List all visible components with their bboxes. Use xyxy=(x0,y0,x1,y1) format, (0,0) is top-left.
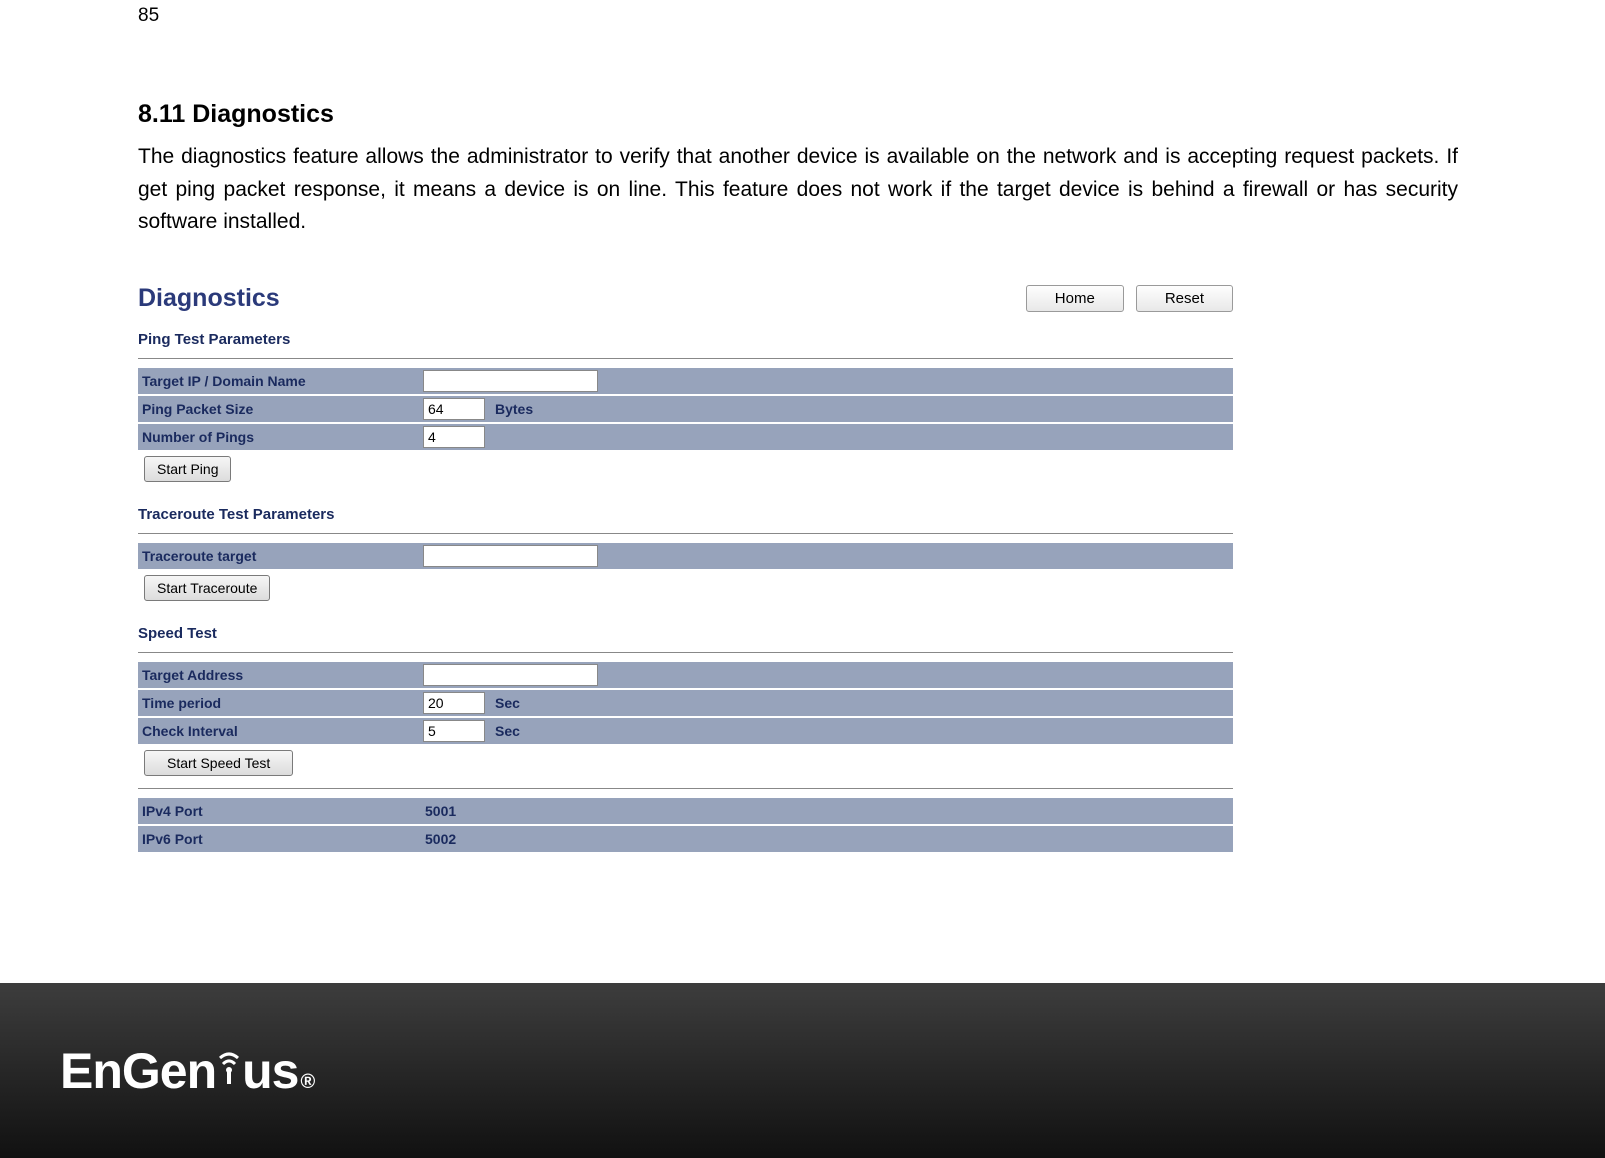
speed-time-period-input[interactable] xyxy=(423,692,485,714)
ipv6-port-label: IPv6 Port xyxy=(138,831,423,847)
ipv4-port-label: IPv4 Port xyxy=(138,803,423,819)
start-ping-button[interactable]: Start Ping xyxy=(144,456,231,482)
diagnostics-panel: Diagnostics Home Reset Ping Test Paramet… xyxy=(138,284,1233,852)
divider xyxy=(138,358,1233,360)
ping-section-label: Ping Test Parameters xyxy=(138,331,1233,348)
divider xyxy=(138,533,1233,535)
ipv4-port-row: IPv4 Port 5001 xyxy=(138,796,1233,824)
ping-packet-size-row: Ping Packet Size Bytes xyxy=(138,394,1233,422)
logo-text-prefix: EnGen xyxy=(60,1042,216,1100)
ping-target-input[interactable] xyxy=(423,370,598,392)
ipv6-port-value: 5002 xyxy=(423,831,456,847)
reset-button[interactable]: Reset xyxy=(1136,285,1233,312)
page-number: 85 xyxy=(138,5,159,27)
ipv4-port-value: 5001 xyxy=(423,803,456,819)
speed-check-interval-unit: Sec xyxy=(495,723,520,739)
traceroute-section-label: Traceroute Test Parameters xyxy=(138,506,1233,523)
start-traceroute-button[interactable]: Start Traceroute xyxy=(144,575,270,601)
home-button[interactable]: Home xyxy=(1026,285,1124,312)
speed-check-interval-input[interactable] xyxy=(423,720,485,742)
speed-time-period-unit: Sec xyxy=(495,695,520,711)
logo-text-suffix: us xyxy=(242,1042,298,1100)
logo-registered: ® xyxy=(301,1071,315,1094)
engenius-logo: EnGenus® xyxy=(60,1042,314,1100)
start-speed-test-button[interactable]: Start Speed Test xyxy=(144,750,293,776)
ping-num-pings-label: Number of Pings xyxy=(138,429,423,445)
speed-target-label: Target Address xyxy=(138,667,423,683)
ping-target-label: Target IP / Domain Name xyxy=(138,373,423,389)
ping-target-row: Target IP / Domain Name xyxy=(138,366,1233,394)
speed-time-period-row: Time period Sec xyxy=(138,688,1233,716)
wifi-icon xyxy=(214,1040,244,1098)
speed-section-label: Speed Test xyxy=(138,625,1233,642)
speed-check-interval-row: Check Interval Sec xyxy=(138,716,1233,744)
footer: EnGenus® xyxy=(0,983,1605,1158)
ping-num-pings-row: Number of Pings xyxy=(138,422,1233,450)
ping-num-pings-input[interactable] xyxy=(423,426,485,448)
header-buttons: Home Reset xyxy=(1026,285,1233,312)
section-description: The diagnostics feature allows the admin… xyxy=(138,141,1458,239)
ping-packet-size-label: Ping Packet Size xyxy=(138,401,423,417)
speed-target-input[interactable] xyxy=(423,664,598,686)
panel-header: Diagnostics Home Reset xyxy=(138,284,1233,313)
traceroute-target-input[interactable] xyxy=(423,545,598,567)
speed-time-period-label: Time period xyxy=(138,695,423,711)
main-content: 8.11 Diagnostics The diagnostics feature… xyxy=(138,100,1458,852)
panel-title: Diagnostics xyxy=(138,284,280,313)
traceroute-target-row: Traceroute target xyxy=(138,541,1233,569)
ping-packet-size-unit: Bytes xyxy=(495,401,533,417)
divider xyxy=(138,788,1233,790)
speed-check-interval-label: Check Interval xyxy=(138,723,423,739)
traceroute-target-label: Traceroute target xyxy=(138,548,423,564)
ping-packet-size-input[interactable] xyxy=(423,398,485,420)
section-title: 8.11 Diagnostics xyxy=(138,100,1458,129)
speed-target-row: Target Address xyxy=(138,660,1233,688)
ipv6-port-row: IPv6 Port 5002 xyxy=(138,824,1233,852)
divider xyxy=(138,652,1233,654)
